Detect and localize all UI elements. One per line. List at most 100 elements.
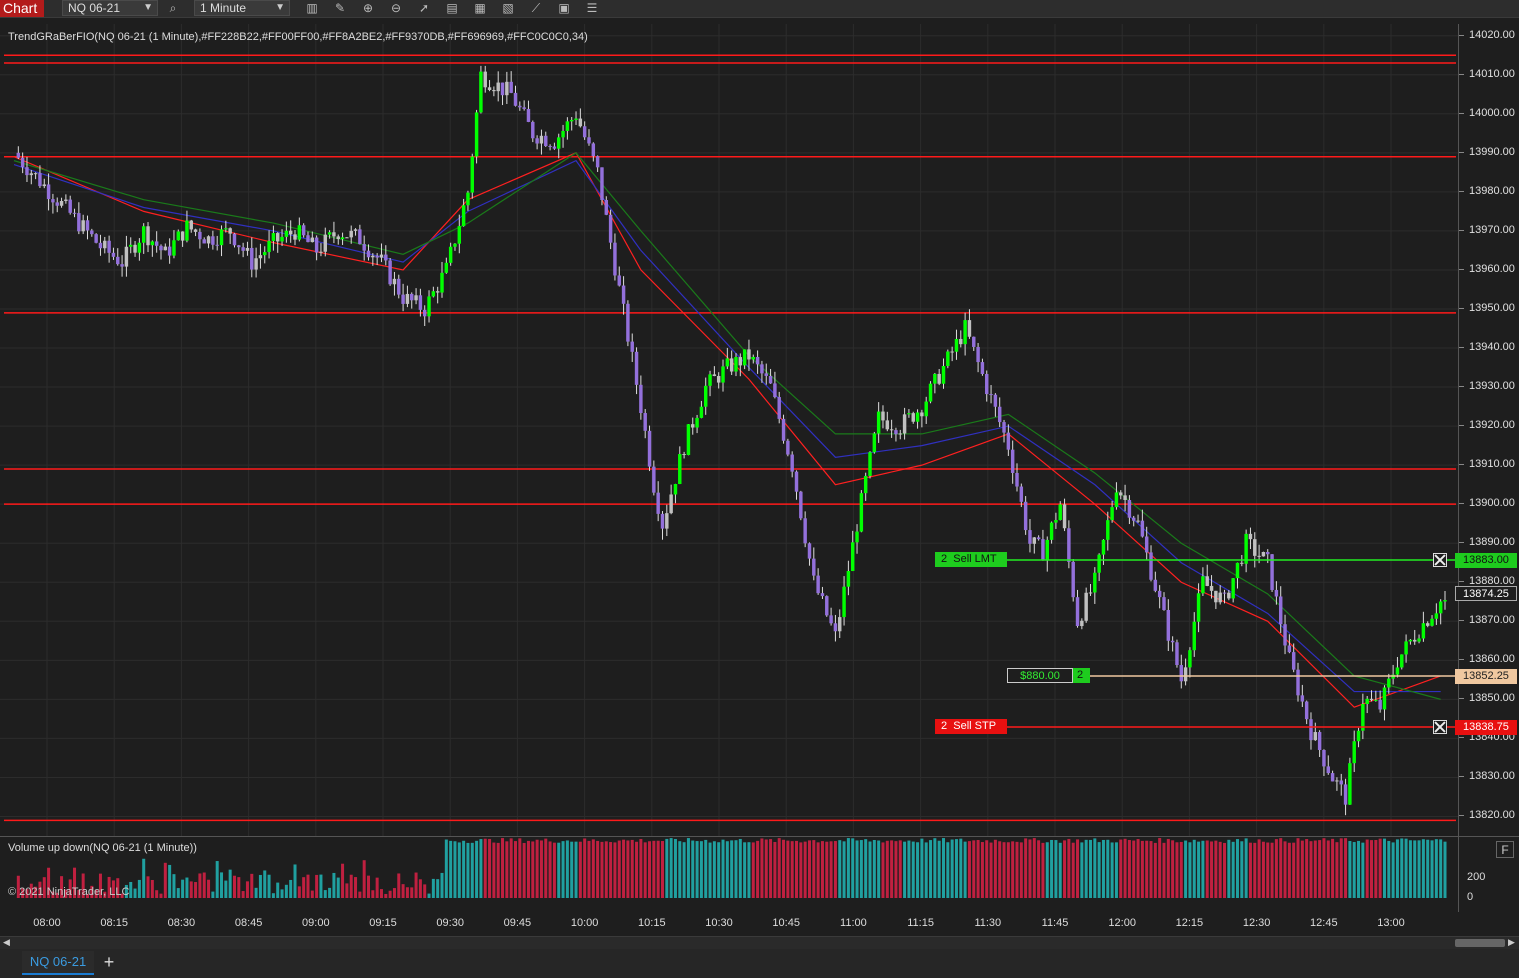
volume-bar: [980, 842, 984, 898]
volume-bar: [379, 889, 383, 898]
scroll-right-icon[interactable]: ▶: [1508, 937, 1515, 948]
candle-body: [1291, 652, 1296, 670]
time-axis[interactable]: 08:00 08:15 08:30 08:45 09:00 09:15 09:30 09:45…: [0, 912, 1458, 936]
sell-limit-order[interactable]: 2 Sell LMT: [935, 552, 1007, 567]
candle-body: [254, 258, 258, 270]
indicators-icon[interactable]: ⟋: [527, 0, 545, 16]
strategies-icon[interactable]: ▧: [499, 0, 517, 16]
volume-bar: [1088, 839, 1092, 898]
volume-panel[interactable]: [0, 836, 1458, 912]
volume-bar: [194, 882, 198, 898]
volume-bar: [1223, 842, 1227, 898]
volume-bar: [220, 872, 224, 898]
chart-trader-icon[interactable]: ☰: [583, 0, 601, 16]
candle-body: [358, 229, 362, 245]
instrument-tab[interactable]: NQ 06-21: [22, 951, 94, 975]
candle-body: [1201, 576, 1205, 594]
f-button[interactable]: F: [1496, 841, 1514, 858]
properties-icon[interactable]: ▣: [555, 0, 573, 16]
volume-bar: [1076, 839, 1080, 898]
candle-body: [111, 252, 116, 257]
volume-bar: [967, 841, 971, 898]
sell-limit-qty: 2: [941, 553, 948, 565]
volume-bar: [1253, 842, 1257, 898]
interval-selector[interactable]: 1 Minute ▼: [194, 0, 290, 16]
zoom-in-icon[interactable]: ⊕: [359, 0, 377, 16]
position-pnl[interactable]: $880.00: [1007, 668, 1073, 683]
candle-body: [1088, 592, 1093, 594]
sell-limit-price-tag[interactable]: 13883.00: [1455, 553, 1517, 568]
volume-bar: [609, 842, 613, 898]
volume-bar: [1149, 841, 1153, 898]
volume-bar: [561, 841, 565, 898]
sell-stop-price-tag[interactable]: 13838.75: [1455, 720, 1517, 735]
volume-bar: [846, 838, 850, 898]
data-box-icon[interactable]: ▤: [443, 0, 461, 16]
sell-stop-order[interactable]: 2 Sell STP: [935, 719, 1007, 734]
search-icon[interactable]: ⌕: [164, 0, 182, 16]
candle-body: [760, 364, 764, 374]
price-axis[interactable]: 14020.00 14010.00 14000.00 13990.00 13980.00…: [1458, 24, 1519, 836]
candle-body: [781, 418, 786, 441]
volume-bar: [734, 840, 738, 898]
time-tick-label: 09:45: [503, 917, 532, 929]
candle-body: [1270, 554, 1274, 590]
candle-body: [16, 152, 21, 158]
volume-bar: [1119, 839, 1123, 898]
volume-bar: [920, 838, 924, 898]
volume-bar: [807, 840, 811, 898]
position-qty[interactable]: 2: [1073, 668, 1090, 683]
volume-bar: [825, 841, 829, 898]
instrument-selector[interactable]: NQ 06-21 ▼: [62, 0, 158, 16]
candle-body: [1356, 730, 1361, 742]
volume-bar: [1382, 838, 1386, 898]
candle-body: [314, 237, 319, 253]
volume-bar: [1015, 841, 1019, 898]
scroll-thumb[interactable]: [1455, 939, 1505, 947]
candle-body: [652, 466, 656, 493]
candle-body: [768, 375, 773, 384]
price-chart[interactable]: [0, 24, 1458, 836]
scroll-left-icon[interactable]: ◀: [3, 937, 10, 948]
cancel-sell-limit-icon[interactable]: [1433, 553, 1447, 567]
candle-body: [410, 293, 414, 301]
volume-bar: [786, 840, 790, 898]
price-tick-label: 13970.00: [1459, 223, 1515, 236]
volume-bar: [397, 873, 401, 898]
bar-type-icon[interactable]: ▥: [303, 0, 321, 16]
last-price-tag: 13874.25: [1455, 586, 1517, 601]
volume-bar: [271, 893, 275, 898]
candle-body: [907, 413, 911, 415]
candle-body: [1335, 780, 1339, 782]
candle-body: [392, 278, 397, 285]
candle-body: [920, 412, 924, 417]
zoom-out-icon[interactable]: ⊖: [387, 0, 405, 16]
volume-bar: [232, 875, 236, 898]
candle-body: [868, 452, 872, 476]
candle-body: [725, 358, 730, 367]
candle-body: [103, 240, 107, 249]
pointer-icon[interactable]: ➚: [415, 0, 433, 16]
add-tab-button[interactable]: +: [100, 951, 118, 973]
candle-body: [258, 255, 263, 259]
chart-tab[interactable]: Chart: [0, 0, 44, 17]
volume-bar: [163, 862, 167, 898]
copyright-text: © 2021 NinjaTrader, LLC: [8, 886, 130, 898]
time-tick-label: 13:00: [1377, 917, 1405, 929]
draw-pencil-icon[interactable]: ✎: [331, 0, 349, 16]
horizontal-scrollbar[interactable]: ◀ ▶: [0, 936, 1519, 950]
candle-body: [1257, 555, 1261, 557]
volume-bar: [639, 838, 643, 898]
cancel-sell-stop-icon[interactable]: [1433, 720, 1447, 734]
candle-body: [1283, 624, 1287, 646]
candle-body: [33, 173, 38, 175]
volume-bar: [1158, 838, 1162, 898]
volume-bar: [933, 838, 937, 898]
candle-body: [366, 250, 371, 258]
volume-bar: [133, 888, 137, 898]
time-tick-label: 12:15: [1175, 917, 1204, 929]
candle-body: [345, 237, 349, 239]
candle-body: [487, 87, 492, 91]
candle-body: [500, 82, 505, 96]
template-icon[interactable]: ▦: [471, 0, 489, 16]
